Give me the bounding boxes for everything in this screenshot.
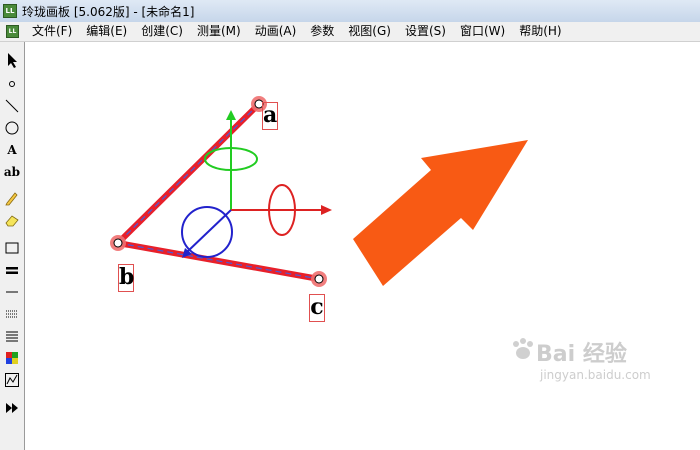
point-b[interactable] xyxy=(113,238,123,248)
point-label-c[interactable]: c xyxy=(309,294,325,322)
text-icon: A xyxy=(7,143,17,157)
play-forward-icon xyxy=(6,403,18,413)
line-style-tool[interactable] xyxy=(2,326,22,346)
menu-settings[interactable]: 设置(S) xyxy=(398,22,453,41)
pointer-tool[interactable] xyxy=(2,50,22,70)
circle-tool[interactable] xyxy=(2,118,22,138)
point-c[interactable] xyxy=(314,274,324,284)
circle-icon xyxy=(5,121,19,135)
rectangle-icon xyxy=(5,242,19,254)
play-forward-tool[interactable] xyxy=(2,398,22,418)
menu-edit[interactable]: 编辑(E) xyxy=(79,22,134,41)
menu-bar: LL 文件(F) 编辑(E) 创建(C) 测量(M) 动画(A) 参数 视图(G… xyxy=(0,22,700,42)
menu-view[interactable]: 视图(G) xyxy=(341,22,398,41)
point-tool[interactable] xyxy=(2,74,22,94)
tool-palette: A ab xyxy=(0,42,25,450)
paw-icon xyxy=(513,338,533,359)
thin-line-icon xyxy=(6,291,18,293)
eraser-tool[interactable] xyxy=(2,210,22,230)
point-label-a[interactable]: a xyxy=(262,102,278,130)
orange-arrow xyxy=(353,140,528,286)
pen-tool[interactable] xyxy=(2,188,22,208)
point-icon xyxy=(9,81,15,87)
dotted-line-icon xyxy=(6,310,18,318)
line-style-icon xyxy=(6,331,18,342)
title-bar: LL 玲珑画板 [5.062版] - [未命名1] xyxy=(0,0,700,22)
graph-tool[interactable] xyxy=(2,370,22,390)
red-axis-arrowhead xyxy=(321,205,332,215)
menu-measure[interactable]: 测量(M) xyxy=(190,22,248,41)
thin-line-tool[interactable] xyxy=(2,282,22,302)
pointer-icon xyxy=(8,53,17,68)
text-tool[interactable]: A xyxy=(2,140,22,160)
watermark: Bai 经验 jingyan.baidu.com xyxy=(510,332,670,392)
menu-animation[interactable]: 动画(A) xyxy=(248,22,304,41)
color-palette-icon xyxy=(6,352,18,364)
watermark-brand: Bai 经验 xyxy=(536,342,627,367)
document-icon[interactable]: LL xyxy=(6,25,19,38)
line-tool[interactable] xyxy=(2,96,22,116)
dotted-line-tool[interactable] xyxy=(2,304,22,324)
label-icon: ab xyxy=(3,165,21,179)
app-icon: LL xyxy=(3,4,17,18)
rectangle-tool[interactable] xyxy=(2,238,22,258)
color-tool[interactable] xyxy=(2,348,22,368)
green-axis-arrowhead xyxy=(226,110,236,120)
menu-parameters[interactable]: 参数 xyxy=(303,22,341,41)
menu-help[interactable]: 帮助(H) xyxy=(512,22,568,41)
point-label-b[interactable]: b xyxy=(118,264,134,292)
eraser-icon xyxy=(5,215,19,227)
thick-line-tool[interactable] xyxy=(2,260,22,280)
window-title: 玲珑画板 [5.062版] - [未命名1] xyxy=(22,4,195,19)
segment-bc-highlight xyxy=(117,242,320,280)
menu-window[interactable]: 窗口(W) xyxy=(453,22,512,41)
watermark-url: jingyan.baidu.com xyxy=(540,368,651,382)
thick-line-icon xyxy=(6,267,18,274)
label-tool[interactable]: ab xyxy=(2,162,22,182)
menu-file[interactable]: 文件(F) xyxy=(25,22,79,41)
line-icon xyxy=(5,99,19,113)
pen-icon xyxy=(5,192,18,206)
blue-axis[interactable] xyxy=(186,209,232,253)
menu-create[interactable]: 创建(C) xyxy=(134,22,190,41)
graph-icon xyxy=(5,373,19,387)
